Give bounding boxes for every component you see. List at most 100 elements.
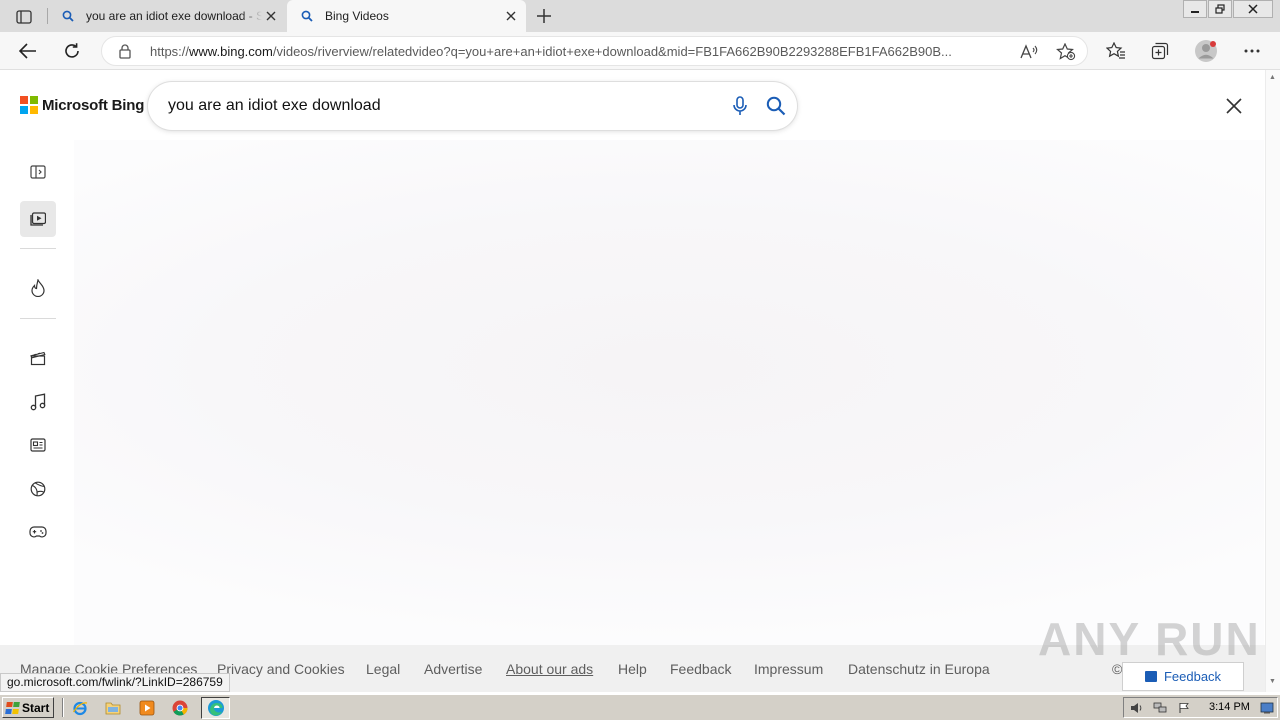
sports-ball-icon: [30, 481, 46, 497]
scroll-down-icon[interactable]: ▼: [1269, 678, 1276, 685]
search-input[interactable]: [168, 94, 708, 118]
footer-link-legal[interactable]: Legal: [366, 661, 400, 677]
window-close-button[interactable]: [1233, 0, 1273, 18]
scroll-up-icon[interactable]: ▲: [1269, 74, 1276, 81]
quicklaunch-media-player[interactable]: [138, 699, 156, 717]
volume-icon[interactable]: [1130, 701, 1144, 715]
footer-link-impressum[interactable]: Impressum: [754, 661, 823, 677]
minimize-button[interactable]: [1183, 0, 1207, 18]
close-icon: [1248, 4, 1258, 14]
more-dots-icon: [1244, 49, 1260, 53]
collections-button[interactable]: [1146, 38, 1174, 64]
page-scrollbar[interactable]: ▲ ▼: [1265, 70, 1280, 692]
media-player-icon: [139, 700, 155, 716]
footer-link-advertise[interactable]: Advertise: [424, 661, 482, 677]
rail-trending[interactable]: [20, 270, 56, 306]
close-icon[interactable]: [264, 9, 278, 23]
tab-search-results[interactable]: you are an idiot exe download - S: [48, 0, 286, 32]
star-add-icon: [1056, 43, 1076, 61]
back-button[interactable]: [14, 38, 42, 64]
windows-flag-icon: [5, 701, 21, 714]
rail-videos[interactable]: [20, 201, 56, 237]
chrome-icon: [172, 700, 188, 716]
plus-icon: [537, 9, 551, 23]
footer-link-datenschutz[interactable]: Datenschutz in Europa: [848, 661, 990, 677]
taskbar-separator: [62, 698, 64, 717]
feedback-button[interactable]: Feedback: [1122, 662, 1244, 691]
search-icon: [60, 8, 76, 24]
news-icon: [30, 438, 46, 452]
rail-collapse-button[interactable]: [20, 154, 56, 190]
clapperboard-icon: [30, 351, 46, 366]
search-box: [148, 82, 797, 130]
edge-icon: [207, 700, 224, 716]
network-icon[interactable]: [1153, 701, 1167, 715]
close-icon[interactable]: [504, 9, 518, 23]
restore-icon: [1215, 4, 1225, 14]
rail-divider: [20, 248, 56, 249]
windows-taskbar: Start 3:14 PM: [0, 694, 1280, 720]
tab-title: you are an idiot exe download - S: [86, 9, 262, 23]
close-search-button[interactable]: [1222, 94, 1246, 118]
footer-link-help[interactable]: Help: [618, 661, 647, 677]
quicklaunch-internet-explorer[interactable]: [71, 699, 89, 717]
url-domain: www.bing.com: [189, 44, 273, 59]
url-text[interactable]: https://www.bing.com/videos/riverview/re…: [150, 44, 1016, 59]
voice-search-button[interactable]: [728, 94, 752, 118]
video-player-placeholder: [74, 140, 1264, 645]
browser-tab-strip: you are an idiot exe download - S Bing V…: [0, 0, 1280, 32]
rail-gaming[interactable]: [20, 514, 56, 550]
rail-news[interactable]: [20, 427, 56, 463]
footer-link-privacy[interactable]: Privacy and Cookies: [217, 661, 345, 677]
url-scheme: https://: [150, 44, 190, 59]
start-button[interactable]: Start: [2, 697, 54, 718]
settings-menu-button[interactable]: [1238, 38, 1266, 64]
refresh-button[interactable]: [58, 38, 86, 64]
footer-link-feedback[interactable]: Feedback: [670, 661, 731, 677]
rail-music[interactable]: [20, 384, 56, 420]
close-icon: [1226, 98, 1242, 114]
url-path: /videos/riverview/relatedvideo?q=you+are…: [272, 44, 952, 59]
taskbar-edge-button[interactable]: [201, 697, 230, 719]
address-bar[interactable]: https://www.bing.com/videos/riverview/re…: [101, 36, 1088, 66]
anyrun-watermark: ANY RUN: [1038, 612, 1261, 666]
folder-icon: [105, 702, 121, 715]
flame-icon: [31, 279, 45, 297]
system-tray: 3:14 PM: [1123, 697, 1278, 718]
show-desktop-icon[interactable]: [1260, 701, 1274, 715]
minimize-icon: [1191, 11, 1199, 13]
favorites-button[interactable]: [1102, 38, 1130, 64]
profile-button[interactable]: [1192, 38, 1220, 64]
restore-button[interactable]: [1208, 0, 1232, 18]
search-submit-button[interactable]: [764, 94, 788, 118]
music-note-icon: [30, 393, 46, 411]
microsoft-logo-icon: [20, 96, 38, 114]
browser-toolbar: https://www.bing.com/videos/riverview/re…: [0, 32, 1280, 70]
panel-expand-icon: [30, 165, 46, 179]
lock-icon[interactable]: [118, 44, 132, 64]
read-aloud-button[interactable]: [1020, 42, 1040, 62]
footer-link-about-ads[interactable]: About our ads: [506, 661, 593, 677]
rail-movies[interactable]: [20, 340, 56, 376]
rail-divider: [20, 318, 56, 319]
bing-logo[interactable]: Microsoft Bing: [20, 96, 144, 114]
quicklaunch-file-explorer[interactable]: [104, 699, 122, 717]
new-tab-button[interactable]: [532, 4, 556, 28]
status-bar-url: go.microsoft.com/fwlink/?LinkID=286759: [0, 673, 230, 692]
read-aloud-icon: [1020, 44, 1038, 59]
logo-square-yellow: [30, 106, 38, 114]
logo-square-green: [30, 96, 38, 104]
action-center-flag-icon[interactable]: [1177, 701, 1191, 715]
tab-actions-button[interactable]: [10, 6, 38, 28]
quicklaunch-chrome[interactable]: [171, 699, 189, 717]
tab-bing-videos[interactable]: Bing Videos: [287, 0, 526, 32]
search-icon: [299, 8, 315, 24]
system-clock[interactable]: 3:14 PM: [1209, 701, 1250, 713]
logo-square-red: [20, 96, 28, 104]
chat-bubble-icon: [1144, 671, 1157, 682]
back-arrow-icon: [19, 43, 36, 59]
rail-sports[interactable]: [20, 471, 56, 507]
gamepad-icon: [29, 526, 47, 538]
add-favorite-button[interactable]: [1056, 42, 1076, 62]
internet-explorer-icon: [72, 701, 88, 716]
